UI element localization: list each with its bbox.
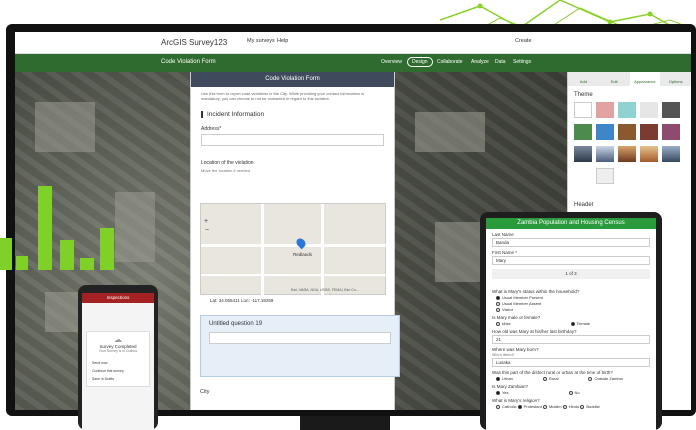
phone-device: Inspections ☁ Survey Completed Your Surv… <box>78 285 158 430</box>
census-title: Zambia Population and Housing Census <box>486 218 656 229</box>
city-label: City <box>200 389 210 395</box>
location-hint: Move the location if needed. <box>201 168 252 173</box>
tab-settings[interactable]: Settings <box>513 59 531 65</box>
cloud-icon: ☁ <box>114 335 122 344</box>
status-option[interactable]: Visitor <box>496 307 646 312</box>
theme-swatch[interactable] <box>596 102 614 118</box>
sex-question: Is Mary male or female? <box>492 315 541 320</box>
app-header: ArcGIS Survey123 My surveys Help Create <box>15 32 691 54</box>
panel-tab-options[interactable]: Options <box>660 72 691 86</box>
header-label: Header <box>574 202 594 208</box>
sex-options[interactable]: Male Female <box>496 321 646 326</box>
phone-screen: Inspections ☁ Survey Completed Your Surv… <box>82 293 154 430</box>
theme-swatch[interactable] <box>618 124 636 140</box>
theme-swatch[interactable] <box>618 102 636 118</box>
address-input[interactable] <box>201 134 384 146</box>
tab-overview[interactable]: Overview <box>381 59 402 65</box>
lat-lon-readout: Lat: 34.055411 Lon: -117.18259 <box>210 298 274 303</box>
theme-image-swatch[interactable] <box>618 146 636 162</box>
theme-swatch[interactable] <box>596 168 614 184</box>
create-button[interactable]: Create <box>515 38 532 44</box>
question-19-card[interactable]: Untitled question 19 <box>200 315 400 377</box>
theme-swatch[interactable] <box>574 124 592 140</box>
theme-swatch[interactable] <box>662 124 680 140</box>
status-option[interactable]: Usual Member Present <box>496 295 646 300</box>
theme-swatch[interactable] <box>662 102 680 118</box>
area-options[interactable]: Urban Rural Outside Zambia <box>496 376 646 381</box>
question-19-label: Untitled question 19 <box>209 321 263 327</box>
map-credit: Esri, NASA, NGA, USGS, FEMA | Esri Co... <box>291 288 359 292</box>
theme-image-swatch[interactable] <box>574 146 592 162</box>
panel-tab-appearance[interactable]: Appearance <box>629 72 661 86</box>
zoom-in-icon[interactable]: + <box>204 218 208 225</box>
question-19-input[interactable] <box>209 332 391 344</box>
map-city-label: Redlands <box>293 252 313 257</box>
menu-my-surveys[interactable]: My surveys <box>247 38 275 44</box>
phone-header: Inspections <box>82 293 154 303</box>
tab-design[interactable]: Design <box>407 57 433 67</box>
born-input[interactable]: Lusaka <box>492 358 650 367</box>
continue-survey-item[interactable]: Continue this survey <box>90 367 146 375</box>
theme-swatch[interactable] <box>640 124 658 140</box>
send-now-item[interactable]: Send now <box>90 359 146 367</box>
theme-swatch[interactable] <box>640 102 658 118</box>
born-question: Where was Mary born? <box>492 347 539 352</box>
location-map[interactable]: Redlands Esri, NASA, NGA, USGS, FEMA | E… <box>200 203 387 296</box>
panel-tab-add[interactable]: Add <box>568 72 599 86</box>
theme-label: Theme <box>574 92 593 98</box>
tablet-device: Zambia Population and Housing Census Las… <box>480 212 662 430</box>
age-question: How old was Mary at his/her last birthda… <box>492 329 577 334</box>
theme-image-swatch[interactable] <box>640 146 658 162</box>
address-label: Address* <box>201 126 222 132</box>
menu-help[interactable]: Help <box>277 38 288 44</box>
map-pin-icon[interactable] <box>294 236 308 250</box>
zambian-question: Is Mary Zambian? <box>492 384 529 389</box>
theme-image-swatch[interactable] <box>596 146 614 162</box>
pager[interactable]: 1 of 3 <box>492 269 650 279</box>
theme-swatch[interactable] <box>596 124 614 140</box>
born-subtitle: Which district? <box>492 353 515 357</box>
survey-complete-dialog: ☁ Survey Completed Your Survey is in Out… <box>86 331 150 387</box>
zoom-out-icon[interactable]: − <box>205 227 209 234</box>
tab-collaborate[interactable]: Collaborate <box>437 59 463 65</box>
last-name-input[interactable]: Banda <box>492 238 650 247</box>
panel-tabs: Add Edit Appearance Options <box>568 72 691 86</box>
location-label: Location of the violation <box>201 160 254 166</box>
section-title[interactable]: Incident Information <box>201 111 384 118</box>
save-drafts-item[interactable]: Save in Drafts <box>90 375 146 383</box>
age-input[interactable]: 21 <box>492 335 650 344</box>
first-name-label: First Name * <box>492 250 518 255</box>
tab-analyze[interactable]: Analyze <box>471 59 489 65</box>
status-option[interactable]: Usual Member Absent <box>496 301 646 306</box>
theme-swatch[interactable] <box>574 102 592 118</box>
theme-swatches <box>568 102 691 192</box>
theme-image-swatch[interactable] <box>662 146 680 162</box>
last-name-label: Last Name <box>492 232 514 237</box>
religion-options[interactable]: Catholic Protestant Muslim Hindu Buddist <box>496 404 646 409</box>
dialog-subtitle: Your Survey is in Outbox <box>98 349 138 353</box>
panel-tab-edit[interactable]: Edit <box>599 72 630 86</box>
form-intro: Use this form to report code violations … <box>201 91 365 101</box>
app-name[interactable]: ArcGIS Survey123 <box>161 38 227 47</box>
tablet-screen: Zambia Population and Housing Census Las… <box>486 218 656 430</box>
survey-title: Code Violation Form <box>161 59 216 65</box>
status-question: What is Mary's status within the househo… <box>492 289 580 294</box>
first-name-input[interactable]: Mary <box>492 256 650 265</box>
survey-nav: Code Violation Form Overview Design Coll… <box>15 54 691 72</box>
zambian-options[interactable]: Yes No <box>496 390 646 395</box>
form-title: Code Violation Form <box>191 72 394 87</box>
area-question: Was this part of the district rural or u… <box>492 370 613 375</box>
monitor-stand <box>300 416 390 430</box>
religion-question: What is Mary's religion? <box>492 398 540 403</box>
tab-data[interactable]: Data <box>495 59 506 65</box>
